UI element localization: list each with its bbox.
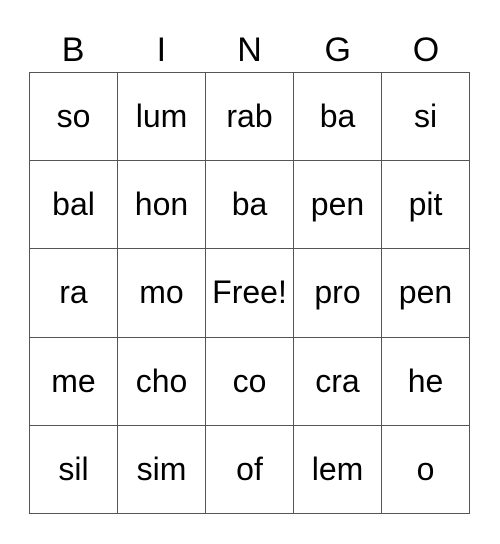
bingo-grid: so lum rab ba si bal hon ba pen pit ra m… [29,72,470,514]
bingo-cell[interactable]: pen [294,161,382,250]
bingo-cell[interactable]: pen [382,249,470,338]
bingo-cell[interactable]: ra [30,249,118,338]
bingo-cell[interactable]: ba [294,73,382,162]
header-letter-o: O [412,31,440,69]
bingo-cell[interactable]: cra [294,337,382,426]
bingo-cell[interactable]: pro [294,249,382,338]
bingo-cell[interactable]: he [382,337,470,426]
bingo-cell[interactable]: of [206,425,294,514]
bingo-cell[interactable]: me [30,337,118,426]
header-letter-n: N [237,31,262,69]
bingo-cell[interactable]: si [382,73,470,162]
bingo-cell[interactable]: sim [118,425,206,514]
bingo-cell[interactable]: hon [118,161,206,250]
bingo-cell[interactable]: lum [118,73,206,162]
bingo-cell[interactable]: cho [118,337,206,426]
bingo-cell[interactable]: bal [30,161,118,250]
bingo-cell[interactable]: sil [30,425,118,514]
free-space-cell[interactable]: Free! [206,249,294,338]
bingo-header: B I N G O [29,28,470,72]
bingo-cell[interactable]: rab [206,73,294,162]
bingo-cell[interactable]: pit [382,161,470,250]
bingo-cell[interactable]: co [206,337,294,426]
header-letter-i: I [156,31,167,69]
header-letter-g: G [324,31,351,69]
bingo-cell[interactable]: lem [294,425,382,514]
bingo-cell[interactable]: so [30,73,118,162]
bingo-cell[interactable]: ba [206,161,294,250]
bingo-cell[interactable]: o [382,425,470,514]
bingo-cell[interactable]: mo [118,249,206,338]
header-letter-b: B [61,31,85,69]
